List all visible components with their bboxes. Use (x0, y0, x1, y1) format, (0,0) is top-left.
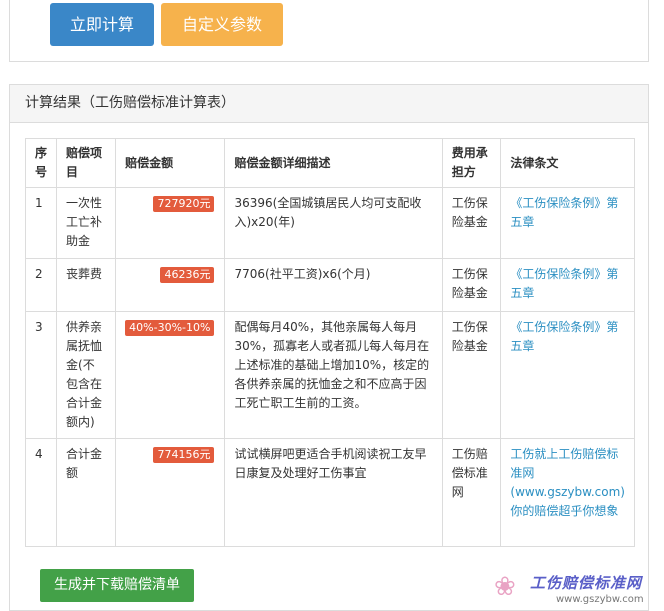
row-law-cell: 《工伤保险条例》第五章 (500, 258, 635, 312)
row-law-cell: 工伤就上工伤赔偿标准网(www.gszybw.com)你的赔偿超乎你想象 (500, 438, 635, 547)
row-description: 7706(社平工资)x6(个月) (224, 258, 443, 312)
row-amount-cell: 774156元 (115, 438, 226, 547)
law-link[interactable]: 《工伤保险条例》第五章 (510, 320, 618, 353)
column-header-payer: 费用承担方 (441, 138, 502, 188)
column-header-desc: 赔偿金额详细描述 (224, 138, 443, 188)
download-list-button[interactable]: 生成并下载赔偿清单 (40, 569, 194, 602)
row-item: 供养亲属抚恤金(不包含在合计金额内) (56, 311, 117, 439)
row-law-cell: 《工伤保险条例》第五章 (500, 311, 635, 439)
amount-badge: 46236元 (160, 267, 215, 283)
watermark-title: 工伤赔偿标准网 (530, 574, 643, 592)
row-payer: 工伤保险基金 (441, 311, 502, 439)
heart-logo-icon: ❀ (494, 572, 516, 602)
site-watermark: ❀ 工伤赔偿标准网 www.gszybw.com (492, 568, 662, 610)
column-header-item: 赔偿项目 (56, 138, 117, 188)
watermark-url: www.gszybw.com (556, 594, 644, 605)
row-number: 3 (24, 311, 58, 439)
row-payer: 工伤赔偿标准网 (441, 438, 502, 547)
row-number: 4 (24, 438, 58, 547)
law-link[interactable]: 《工伤保险条例》第五章 (510, 196, 618, 229)
custom-params-button[interactable]: 自定义参数 (161, 3, 283, 46)
row-amount-cell: 40%-30%-10% (115, 311, 226, 439)
row-item: 一次性工亡补助金 (56, 187, 117, 259)
row-number: 2 (24, 258, 58, 312)
table-row: 1 一次性工亡补助金 727920元 36396(全国城镇居民人均可支配收入)x… (24, 187, 635, 259)
law-link[interactable]: 《工伤保险条例》第五章 (510, 267, 618, 300)
table-row: 4 合计金额 774156元 试试横屏吧更适合手机阅读祝工友早日康复及处理好工伤… (24, 438, 635, 547)
compensation-table: 序号 赔偿项目 赔偿金额 赔偿金额详细描述 费用承担方 法律条文 1 一次性工亡… (24, 138, 635, 547)
row-amount-cell: 46236元 (115, 258, 226, 312)
row-number: 1 (24, 187, 58, 259)
table-header-row: 序号 赔偿项目 赔偿金额 赔偿金额详细描述 费用承担方 法律条文 (24, 138, 635, 188)
row-payer: 工伤保险基金 (441, 258, 502, 312)
column-header-amount: 赔偿金额 (115, 138, 226, 188)
calculate-button[interactable]: 立即计算 (50, 3, 154, 46)
amount-badge: 774156元 (153, 447, 215, 463)
amount-badge: 40%-30%-10% (125, 320, 215, 336)
site-link[interactable]: 工伤就上工伤赔偿标准网(www.gszybw.com)你的赔偿超乎你想象 (510, 447, 625, 518)
result-panel: 计算结果（工伤赔偿标准计算表） 序号 赔偿项目 赔偿金额 赔偿金额详细描述 费用… (9, 84, 649, 611)
row-item: 合计金额 (56, 438, 117, 547)
column-header-law: 法律条文 (500, 138, 635, 188)
amount-badge: 727920元 (153, 196, 215, 212)
row-description: 配偶每月40%，其他亲属每人每月30%，孤寡老人或者孤儿每人每月在上述标准的基础… (224, 311, 443, 439)
row-description: 36396(全国城镇居民人均可支配收入)x20(年) (224, 187, 443, 259)
row-description: 试试横屏吧更适合手机阅读祝工友早日康复及处理好工伤事宜 (224, 438, 443, 547)
result-title: 计算结果（工伤赔偿标准计算表） (10, 85, 648, 123)
table-row: 3 供养亲属抚恤金(不包含在合计金额内) 40%-30%-10% 配偶每月40%… (24, 311, 635, 439)
action-panel: 立即计算 自定义参数 (9, 0, 649, 62)
row-item: 丧葬费 (56, 258, 117, 312)
row-amount-cell: 727920元 (115, 187, 226, 259)
table-row: 2 丧葬费 46236元 7706(社平工资)x6(个月) 工伤保险基金 《工伤… (24, 258, 635, 312)
column-header-no: 序号 (24, 138, 58, 188)
row-payer: 工伤保险基金 (441, 187, 502, 259)
row-law-cell: 《工伤保险条例》第五章 (500, 187, 635, 259)
